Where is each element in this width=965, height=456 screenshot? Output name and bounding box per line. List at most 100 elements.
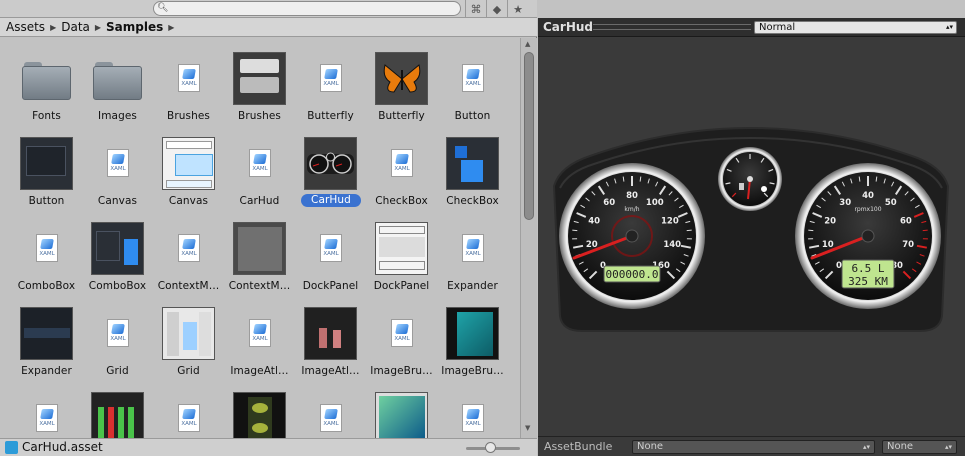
xaml-file-icon: XAML <box>233 307 286 360</box>
asset-thumbnail <box>304 137 357 190</box>
asset-tile[interactable]: ImageBru… <box>437 299 508 384</box>
filter-icon: ⌘ <box>470 2 482 16</box>
asset-tile[interactable]: XAML ImageAtl… <box>224 299 295 384</box>
asset-tile[interactable]: XAML Grid <box>82 299 153 384</box>
asset-label: Button <box>28 195 65 207</box>
asset-label: Butterfly <box>378 110 425 122</box>
chevron-updown-icon: ▴▾ <box>862 443 870 451</box>
asset-thumbnail <box>233 222 286 275</box>
xaml-file-icon: XAML <box>91 307 144 360</box>
asset-tile[interactable]: ComboBox <box>82 214 153 299</box>
thumbnail-size-slider[interactable] <box>466 442 520 454</box>
xaml-file-icon: XAML <box>446 222 499 275</box>
asset-label: ImageAtl… <box>301 365 360 377</box>
tachometer: 01020304050607080 rpmx100 6.5 L 325 KM <box>795 163 941 309</box>
xaml-file-icon: XAML <box>233 137 286 190</box>
asset-tile[interactable]: Brushes <box>224 44 295 129</box>
gauge-tick-label: 0 <box>836 261 842 271</box>
gauge-tick <box>922 229 928 232</box>
xaml-file-icon: XAML <box>91 137 144 190</box>
asset-tile[interactable]: XAML <box>295 384 366 438</box>
asset-tile[interactable]: Button <box>11 129 82 214</box>
fuel-amount: 6.5 L <box>851 262 884 275</box>
asset-tile[interactable]: Expander <box>11 299 82 384</box>
gauge-tick <box>808 229 814 232</box>
asset-tile[interactable]: XAML CheckBox <box>366 129 437 214</box>
asset-tile[interactable]: CheckBox <box>437 129 508 214</box>
breadcrumb-data[interactable]: Data <box>61 20 90 34</box>
asset-tile[interactable]: ContextM… <box>224 214 295 299</box>
vertical-scrollbar[interactable]: ▲ ▼ <box>520 38 537 438</box>
asset-label: CarHud <box>239 195 280 207</box>
gauge-tick-label: 50 <box>885 198 897 208</box>
fuel-full-dot <box>761 186 767 192</box>
xaml-file-icon: XAML <box>162 392 215 438</box>
breadcrumb: Assets ▶ Data ▶ Samples ▶ <box>0 18 537 37</box>
asset-thumbnail <box>162 307 215 360</box>
asset-label: Expander <box>21 365 72 377</box>
search-icon[interactable]: 🔍︎ <box>157 3 168 14</box>
asset-tile[interactable]: Fonts <box>11 44 82 129</box>
asset-thumbnail <box>375 222 428 275</box>
asset-tile[interactable]: XAML <box>437 384 508 438</box>
preview-viewport: 0 20 40 60 80 100 120 140 160 km/h 000000.0 <box>538 38 965 456</box>
asset-tile[interactable] <box>224 384 295 438</box>
search-input[interactable]: 🔍︎ <box>153 1 461 16</box>
scroll-up-icon[interactable]: ▲ <box>525 40 530 48</box>
asset-tile[interactable]: Images <box>82 44 153 129</box>
xaml-file-icon: XAML <box>162 52 215 105</box>
asset-tile[interactable]: XAML DockPanel <box>295 214 366 299</box>
asset-label: Butterfly <box>307 110 354 122</box>
range-value: 325 KM <box>848 275 888 288</box>
asset-tile[interactable]: XAML <box>11 384 82 438</box>
asset-thumbnail <box>375 392 428 438</box>
asset-label: Grid <box>177 365 200 377</box>
asset-tile[interactable]: XAML Butterfly <box>295 44 366 129</box>
browser-toolbar: 🔍︎ ⌘ ◆ ★ <box>0 0 537 18</box>
xaml-file-icon: XAML <box>375 137 428 190</box>
filter-by-type-button[interactable]: ⌘ <box>465 0 486 18</box>
asset-thumbnail <box>20 137 73 190</box>
breadcrumb-assets[interactable]: Assets <box>6 20 45 34</box>
favorites-button[interactable]: ★ <box>507 0 528 18</box>
tachometer-hub <box>861 229 875 243</box>
gauge-tick-label: 140 <box>663 240 681 250</box>
asset-label: ImageBru… <box>441 365 504 377</box>
xaml-file-icon: XAML <box>446 52 499 105</box>
preview-mode-dropdown[interactable]: Normal ▴▾ <box>754 21 957 34</box>
asset-label: ImageBru… <box>370 365 433 377</box>
asset-tile[interactable]: Butterfly <box>366 44 437 129</box>
asset-tile[interactable]: XAML Expander <box>437 214 508 299</box>
scrollbar-thumb[interactable] <box>524 52 534 220</box>
asset-tile[interactable] <box>82 384 153 438</box>
asset-thumbnail <box>233 392 286 438</box>
asset-tile[interactable]: XAML ComboBox <box>11 214 82 299</box>
asset-tile[interactable]: CarHud <box>295 129 366 214</box>
asset-tile[interactable]: ImageAtl… <box>295 299 366 384</box>
slider-knob[interactable] <box>485 442 496 453</box>
scroll-down-icon[interactable]: ▼ <box>525 424 530 432</box>
asset-tile[interactable]: XAML Button <box>437 44 508 129</box>
asset-tile[interactable] <box>366 384 437 438</box>
chevron-updown-icon: ▴▾ <box>944 443 952 451</box>
asset-tile[interactable]: XAML CarHud <box>224 129 295 214</box>
filter-by-label-button[interactable]: ◆ <box>486 0 507 18</box>
asset-tile[interactable]: XAML ContextM… <box>153 214 224 299</box>
asset-tile[interactable]: XAML ImageBru… <box>366 299 437 384</box>
asset-thumbnail <box>91 222 144 275</box>
browser-statusbar: CarHud.asset <box>0 438 537 456</box>
asset-bundle-variant-dropdown[interactable]: None ▴▾ <box>882 440 957 454</box>
asset-tile[interactable]: Canvas <box>153 129 224 214</box>
rpm-unit-label: rpmx100 <box>854 206 881 213</box>
star-icon: ★ <box>513 2 523 16</box>
asset-tile[interactable]: DockPanel <box>366 214 437 299</box>
breadcrumb-samples[interactable]: Samples <box>106 20 163 34</box>
project-browser: 🔍︎ ⌘ ◆ ★ Assets ▶ Data ▶ Samples ▶ Fonts Image… <box>0 0 537 456</box>
asset-tile[interactable]: XAML Brushes <box>153 44 224 129</box>
gauge-tick-label: 100 <box>646 198 664 208</box>
asset-tile[interactable]: Grid <box>153 299 224 384</box>
asset-tile[interactable]: XAML <box>153 384 224 438</box>
asset-label: CheckBox <box>446 195 499 207</box>
asset-bundle-name-dropdown[interactable]: None ▴▾ <box>632 440 875 454</box>
asset-tile[interactable]: XAML Canvas <box>82 129 153 214</box>
